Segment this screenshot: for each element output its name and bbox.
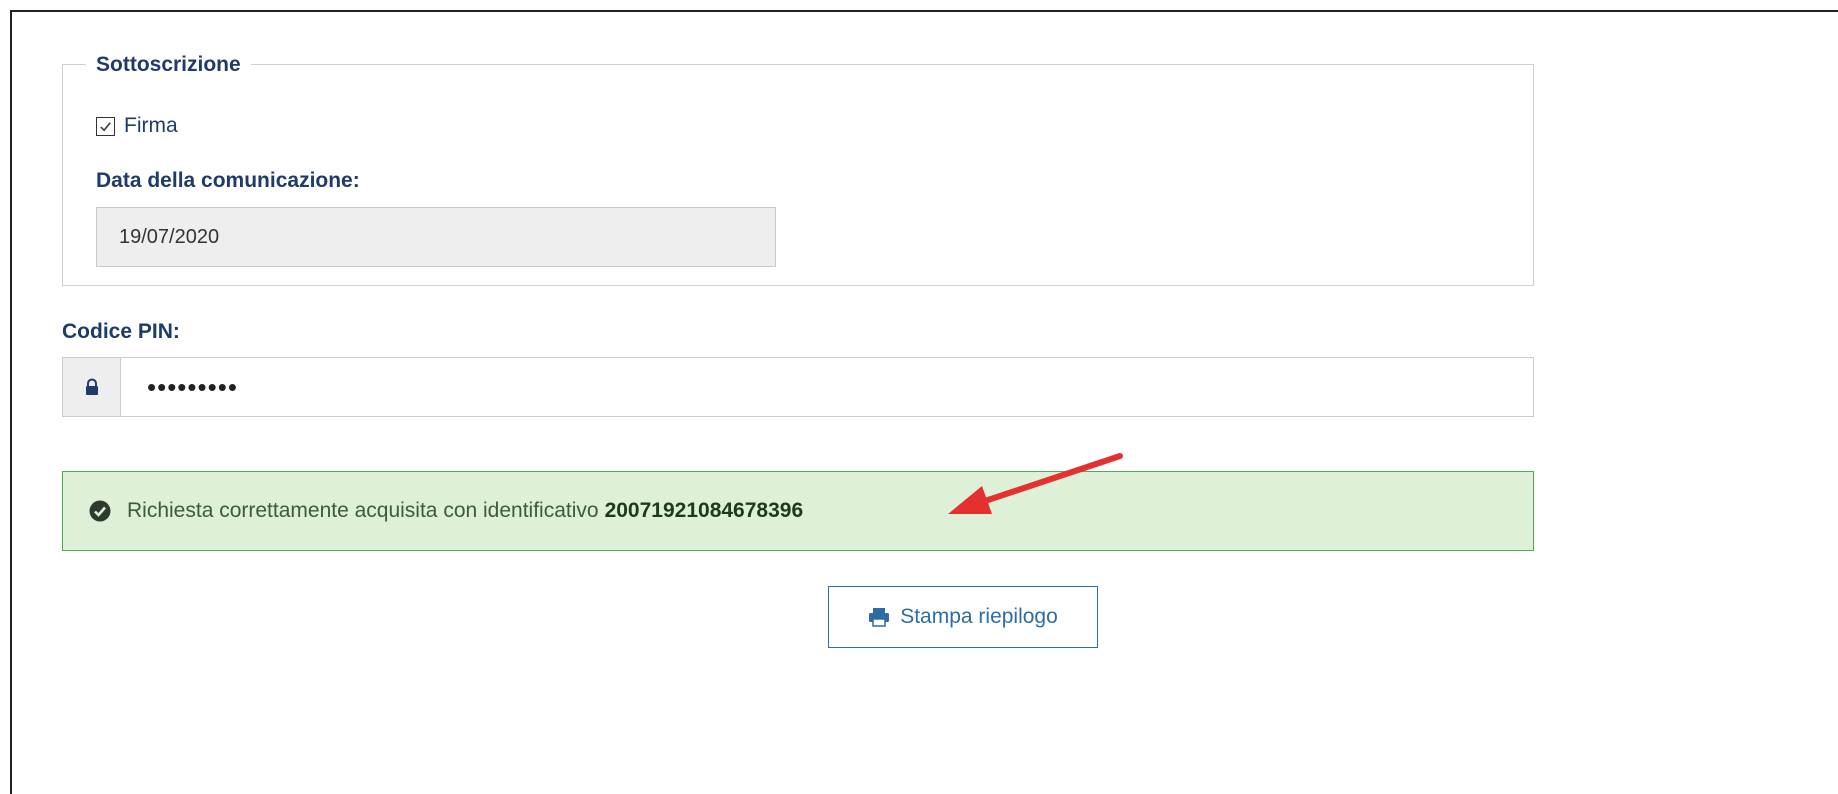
- red-arrow-icon: [948, 453, 1123, 514]
- pin-label: Codice PIN:: [62, 320, 180, 343]
- date-field: 19/07/2020: [96, 207, 776, 267]
- date-value: 19/07/2020: [119, 225, 220, 248]
- check-circle-icon: [89, 500, 111, 522]
- fieldset-legend: Sottoscrizione: [86, 52, 251, 78]
- request-identifier: 20071921084678396: [604, 499, 804, 522]
- checkmark-icon: [100, 121, 111, 131]
- printer-icon: [869, 608, 890, 627]
- signature-checkbox-row[interactable]: Firma: [96, 114, 178, 138]
- print-summary-button[interactable]: Stampa riepilogo: [828, 586, 1098, 648]
- signature-checkbox[interactable]: [96, 116, 115, 136]
- date-label: Data della comunicazione:: [96, 169, 360, 192]
- lock-icon: [85, 378, 98, 395]
- pin-addon: [63, 358, 121, 416]
- alert-message: Richiesta correttamente acquisita con id…: [127, 499, 599, 522]
- pin-input-group: •••••••••: [62, 357, 1534, 417]
- pin-masked-value: •••••••••: [147, 371, 238, 402]
- pin-input[interactable]: •••••••••: [121, 358, 1533, 416]
- success-alert: Richiesta correttamente acquisita con id…: [62, 471, 1534, 551]
- print-summary-label[interactable]: Stampa riepilogo: [900, 605, 1058, 629]
- signature-checkbox-label[interactable]: Firma: [124, 114, 178, 138]
